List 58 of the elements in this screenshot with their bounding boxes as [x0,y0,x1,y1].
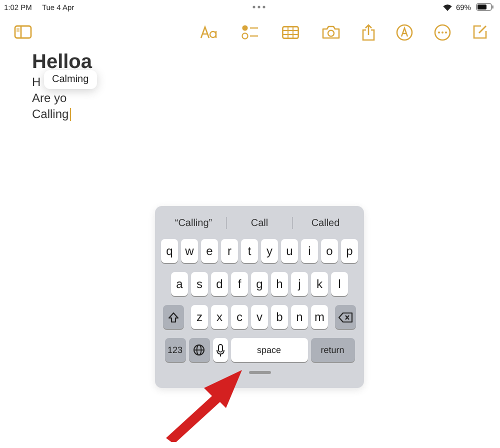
checklist-icon[interactable] [241,24,259,40]
letter-key[interactable]: j [291,272,308,296]
numbers-key[interactable]: 123 [164,338,186,362]
return-key[interactable]: return [310,338,354,362]
share-icon[interactable] [362,24,375,40]
more-icon[interactable] [434,24,451,40]
letter-key[interactable]: u [281,239,298,263]
delete-key[interactable] [335,305,356,329]
letter-key[interactable]: w [181,239,198,263]
letter-key[interactable]: p [341,239,358,263]
suggestion[interactable]: “Calling” [161,218,226,228]
letter-key[interactable]: m [311,305,328,329]
note-text-line: Are yo [32,90,67,106]
letter-key[interactable]: l [331,272,348,296]
microphone-icon [216,344,224,356]
shift-icon [168,312,179,322]
note-text-line: Calling [32,106,72,122]
keyboard-drag-handle[interactable] [248,371,270,374]
table-icon[interactable] [282,26,299,38]
letter-key[interactable]: n [291,305,308,329]
camera-icon[interactable] [322,25,340,39]
wifi-icon [442,4,452,10]
letter-key[interactable]: e [201,239,218,263]
letter-key[interactable]: t [241,239,258,263]
compose-icon[interactable] [472,24,488,40]
letter-key[interactable]: q [161,239,178,263]
letter-key[interactable]: h [271,272,288,296]
text-cursor [70,108,72,120]
letter-key[interactable]: b [271,305,288,329]
letter-key[interactable]: z [191,305,208,329]
text-format-icon[interactable] [200,25,218,39]
battery-icon [476,3,494,11]
letter-key[interactable]: k [311,272,328,296]
space-key[interactable]: space [230,338,308,362]
letter-key[interactable]: o [321,239,338,263]
delete-icon [338,312,353,322]
letter-key[interactable]: a [171,272,188,296]
letter-key[interactable]: s [191,272,208,296]
globe-icon [193,344,205,356]
sidebar-icon[interactable] [14,25,32,39]
letter-key[interactable]: i [301,239,318,263]
letter-key[interactable]: v [251,305,268,329]
globe-key[interactable] [188,338,210,362]
autocorrect-bubble[interactable]: Calming [44,70,97,89]
letter-key[interactable]: y [261,239,278,263]
suggestion[interactable]: Called [293,218,358,228]
letter-key[interactable]: c [231,305,248,329]
note-text-line: H [32,74,41,90]
markup-pen-icon[interactable] [396,24,413,40]
shift-key[interactable] [163,305,184,329]
letter-key[interactable]: d [211,272,228,296]
dictation-key[interactable] [212,338,228,362]
suggestion[interactable]: Call [227,218,292,228]
letter-key[interactable]: f [231,272,248,296]
letter-key[interactable]: g [251,272,268,296]
multitasking-dots-icon[interactable] [252,5,266,9]
letter-key[interactable]: x [211,305,228,329]
letter-key[interactable]: r [221,239,238,263]
